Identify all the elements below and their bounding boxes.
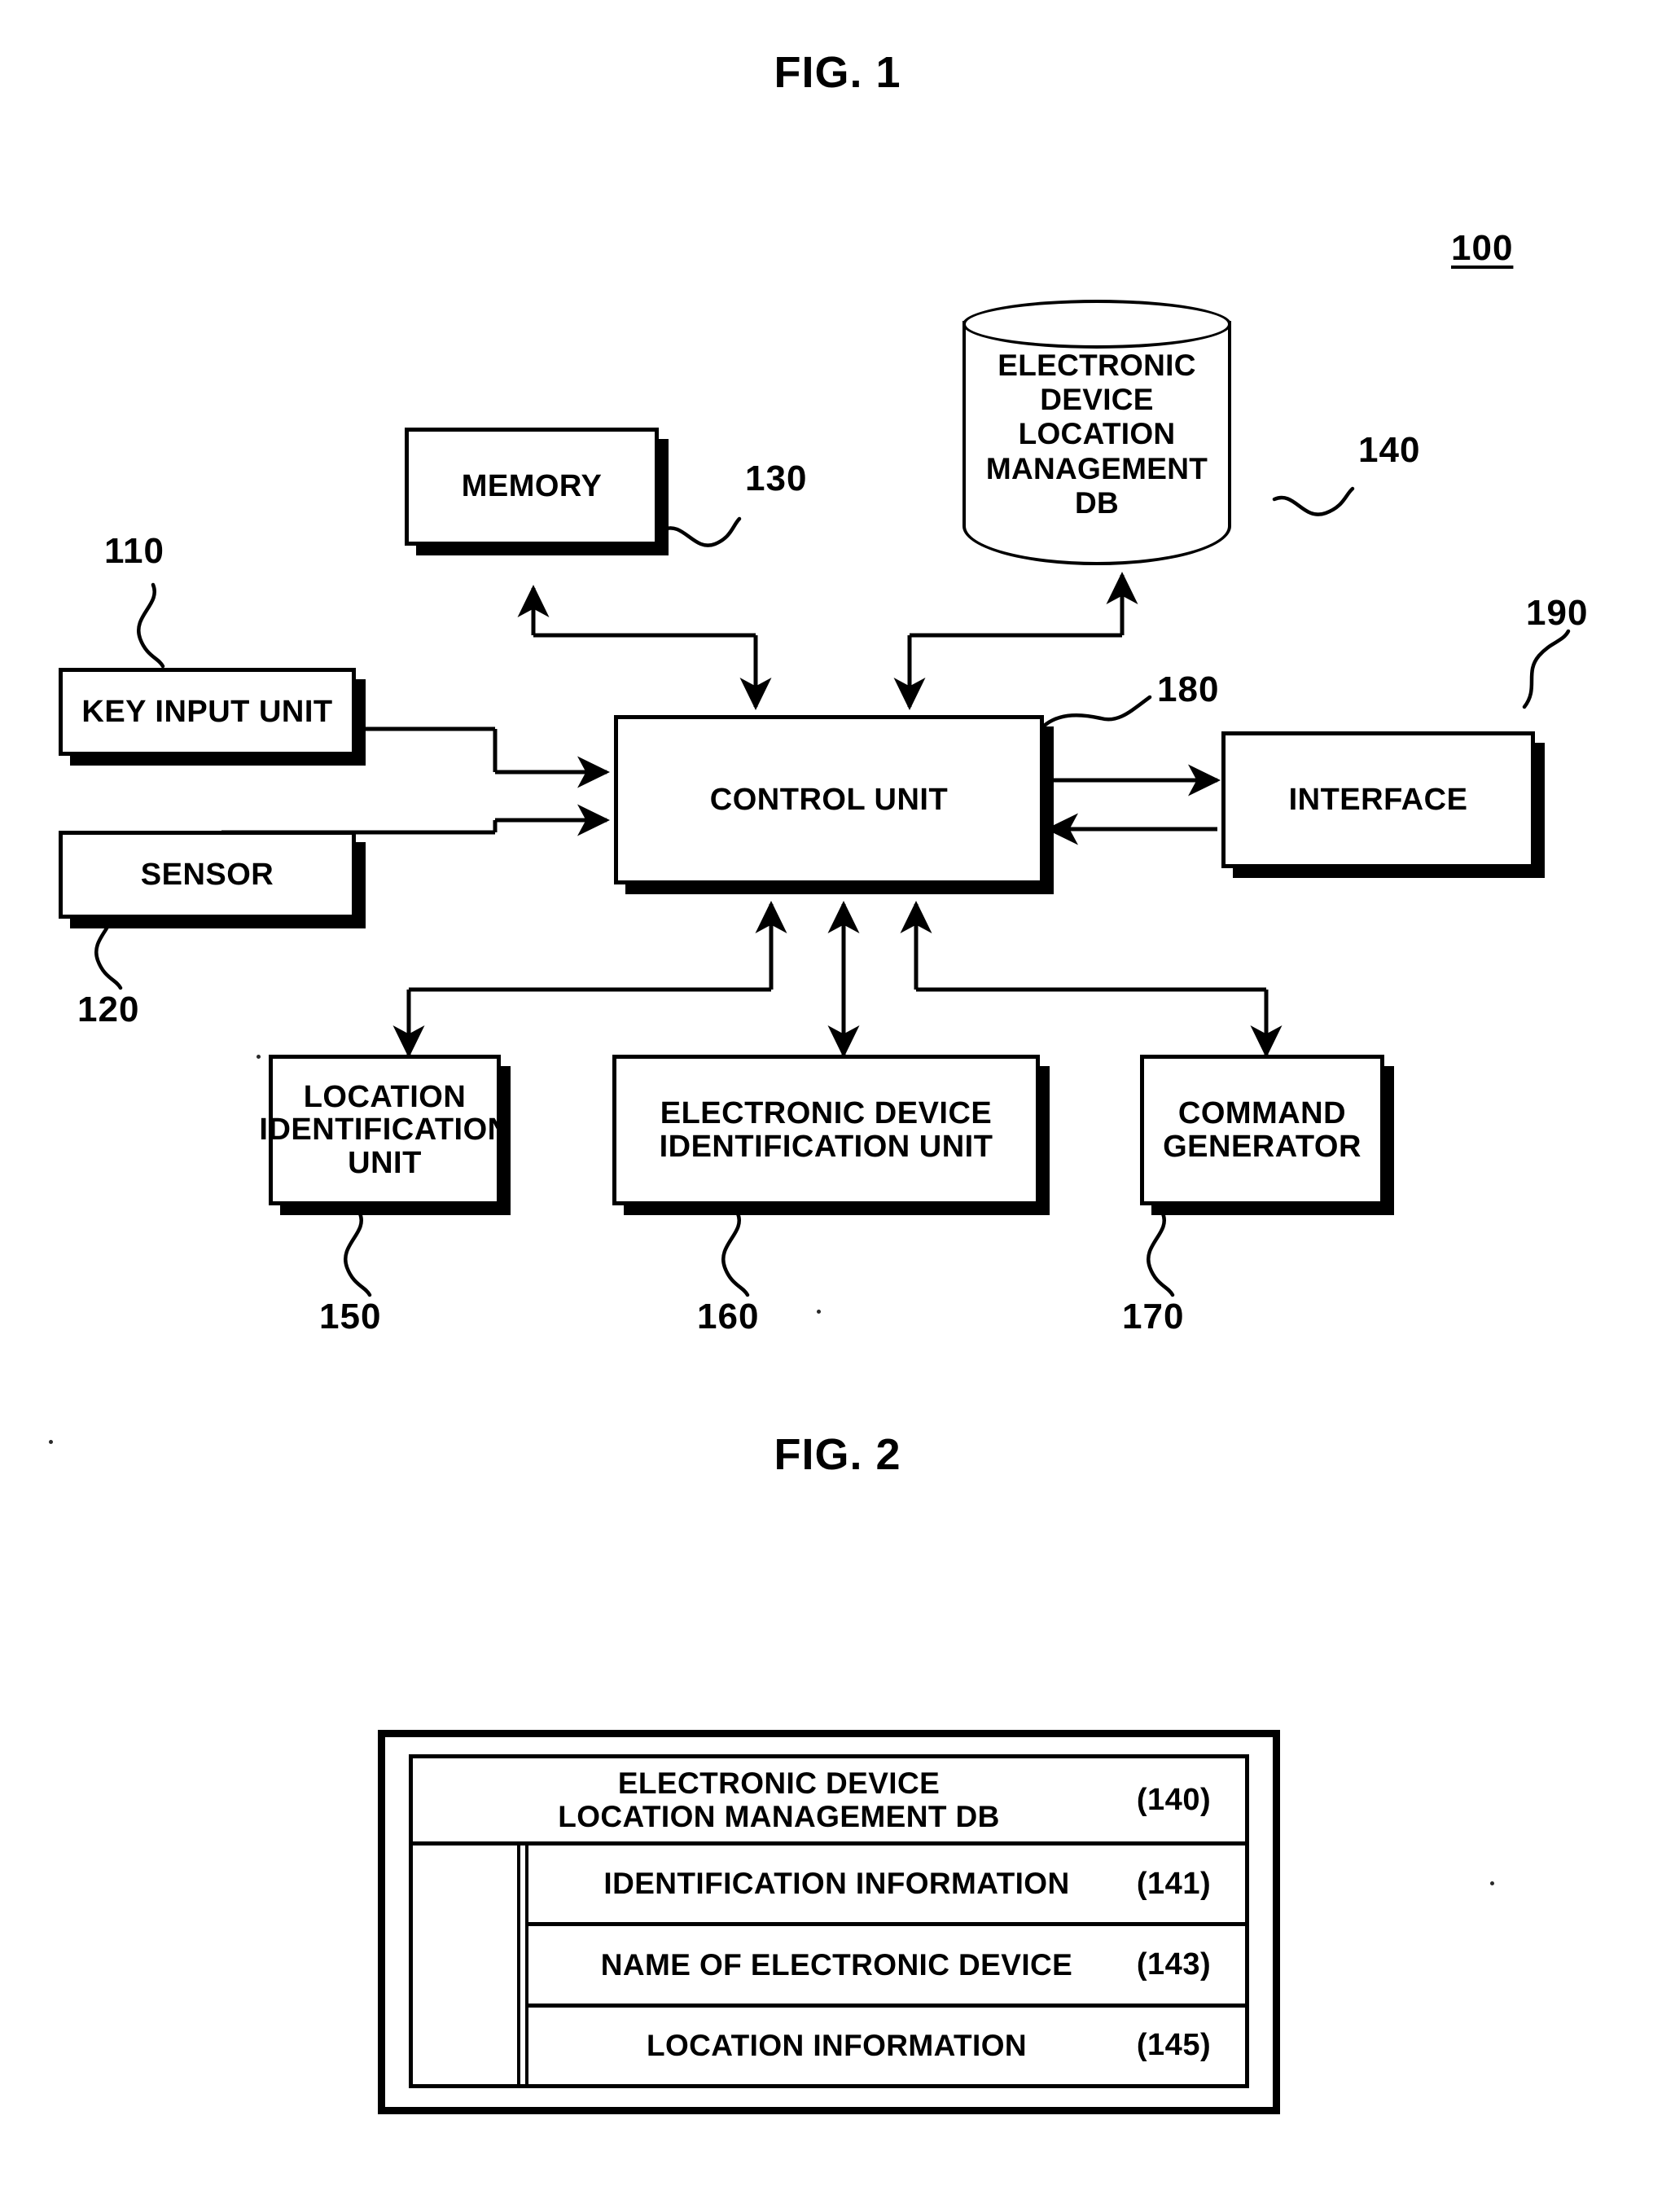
table-header-row: ELECTRONIC DEVICE LOCATION MANAGEMENT DB…: [413, 1758, 1245, 1846]
table-row-ref: (145): [1136, 2028, 1212, 2063]
block-control-unit-label: CONTROL UNIT: [709, 782, 949, 817]
block-key-input-unit[interactable]: KEY INPUT UNIT: [59, 668, 356, 756]
fig2-table: ELECTRONIC DEVICE LOCATION MANAGEMENT DB…: [409, 1754, 1249, 2088]
block-command-generator-label: COMMAND GENERATOR: [1163, 1096, 1361, 1164]
table-header-ref: (140): [1136, 1782, 1212, 1817]
table-row[interactable]: LOCATION INFORMATION (145): [528, 2003, 1245, 2084]
ref-110-key-input-unit: 110: [104, 531, 164, 571]
block-electronic-device-identification-unit[interactable]: ELECTRONIC DEVICE IDENTIFICATION UNIT: [612, 1055, 1040, 1205]
block-electronic-device-identification-unit-label: ELECTRONIC DEVICE IDENTIFICATION UNIT: [659, 1096, 993, 1164]
patent-figure-page: FIG. 1 100 MEMORY 130 ELECTRONIC DEVICE …: [0, 0, 1675, 2212]
table-row[interactable]: NAME OF ELECTRONIC DEVICE (143): [528, 1922, 1245, 2003]
cylinder-top-ellipse: [962, 300, 1231, 349]
table-left-gutter: [413, 1846, 520, 2084]
table-row-ref: (143): [1136, 1946, 1212, 1982]
table-gutter-divider: [520, 1846, 528, 2084]
ref-130-memory: 130: [745, 459, 808, 498]
figure-1-title: FIG. 1: [774, 48, 901, 97]
block-key-input-unit-label: KEY INPUT UNIT: [81, 694, 333, 729]
block-electronic-device-location-management-db[interactable]: ELECTRONIC DEVICE LOCATION MANAGEMENT DB: [962, 300, 1231, 565]
table-row-label: IDENTIFICATION INFORMATION: [603, 1867, 1070, 1901]
figure-2-title: FIG. 2: [774, 1430, 901, 1479]
ref-180-control-unit: 180: [1157, 669, 1220, 709]
table-row-label: LOCATION INFORMATION: [646, 2029, 1027, 2063]
scan-speck: [49, 1440, 53, 1444]
table-rows: IDENTIFICATION INFORMATION (141) NAME OF…: [528, 1846, 1245, 2084]
block-sensor[interactable]: SENSOR: [59, 831, 356, 919]
block-sensor-label: SENSOR: [140, 857, 274, 892]
table-row-label: NAME OF ELECTRONIC DEVICE: [600, 1947, 1073, 1982]
fig2-table-outer-frame: ELECTRONIC DEVICE LOCATION MANAGEMENT DB…: [378, 1730, 1280, 2114]
block-interface[interactable]: INTERFACE: [1221, 731, 1535, 868]
scan-speck: [1490, 1881, 1494, 1885]
scan-speck: [817, 1310, 821, 1314]
ref-190-interface: 190: [1526, 593, 1589, 633]
table-body: IDENTIFICATION INFORMATION (141) NAME OF…: [413, 1846, 1245, 2084]
block-location-identification-unit[interactable]: LOCATION IDENTIFICATION UNIT: [259, 1055, 510, 1205]
block-memory[interactable]: MEMORY: [405, 428, 659, 546]
block-interface-label: INTERFACE: [1288, 782, 1468, 817]
table-row[interactable]: IDENTIFICATION INFORMATION (141): [528, 1846, 1245, 1922]
table-header-label: ELECTRONIC DEVICE LOCATION MANAGEMENT DB: [558, 1766, 1000, 1833]
block-memory-label: MEMORY: [461, 469, 603, 504]
ref-170-command-generator: 170: [1122, 1297, 1185, 1336]
table-row-ref: (141): [1136, 1866, 1212, 1901]
block-control-unit[interactable]: CONTROL UNIT: [614, 715, 1044, 884]
scan-speck: [257, 1055, 261, 1059]
ref-100-system: 100: [1451, 228, 1514, 268]
ref-160-electronic-device-identification-unit: 160: [697, 1297, 760, 1336]
block-db-label: ELECTRONIC DEVICE LOCATION MANAGEMENT DB: [985, 349, 1208, 520]
block-location-identification-unit-label: LOCATION IDENTIFICATION UNIT: [259, 1080, 511, 1180]
ref-150-location-identification-unit: 150: [319, 1297, 382, 1336]
ref-120-sensor: 120: [77, 990, 140, 1029]
ref-140-db: 140: [1358, 430, 1421, 470]
block-command-generator[interactable]: COMMAND GENERATOR: [1140, 1055, 1384, 1205]
